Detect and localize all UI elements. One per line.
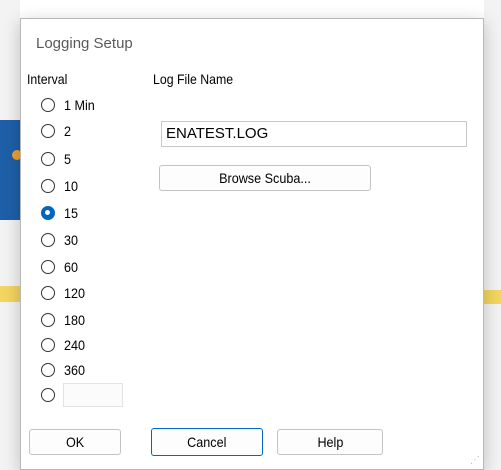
radio-icon[interactable] — [41, 124, 55, 138]
interval-option-60[interactable]: 60 — [41, 257, 80, 277]
radio-icon[interactable] — [41, 338, 55, 352]
radio-icon[interactable] — [41, 233, 55, 247]
interval-option-1-min[interactable]: 1 Min — [41, 95, 98, 115]
radio-selected-icon[interactable] — [41, 206, 55, 220]
interval-option-2[interactable]: 2 — [41, 121, 72, 141]
background-window-right — [484, 0, 501, 470]
radio-icon[interactable] — [41, 388, 55, 402]
radio-icon[interactable] — [41, 260, 55, 274]
background-yellow-band-right — [484, 290, 501, 304]
interval-option-5[interactable]: 5 — [41, 149, 72, 169]
radio-icon[interactable] — [41, 313, 55, 327]
interval-option-10[interactable]: 10 — [41, 176, 80, 196]
logging-setup-dialog: Logging Setup Interval Log File Name 1 M… — [20, 18, 484, 470]
dialog-title: Logging Setup — [36, 35, 133, 52]
interval-option-30[interactable]: 30 — [41, 230, 80, 250]
interval-option-180[interactable]: 180 — [41, 310, 87, 330]
custom-interval-input[interactable] — [63, 383, 123, 407]
log-file-name-input[interactable]: ENATEST.LOG — [161, 121, 467, 147]
resize-grip-icon[interactable]: ⋰ — [470, 455, 480, 466]
interval-label: Interval — [27, 71, 68, 87]
ok-button[interactable]: OK — [29, 429, 121, 455]
log-file-name-label: Log File Name — [153, 71, 234, 87]
screen: Logging Setup Interval Log File Name 1 M… — [0, 0, 501, 470]
radio-icon[interactable] — [41, 363, 55, 377]
interval-option-custom[interactable] — [41, 383, 123, 407]
radio-icon[interactable] — [41, 98, 55, 112]
interval-option-15[interactable]: 15 — [41, 203, 80, 223]
help-button[interactable]: Help — [277, 429, 383, 455]
interval-option-240[interactable]: 240 — [41, 335, 87, 355]
radio-icon[interactable] — [41, 152, 55, 166]
background-window-left — [0, 0, 20, 470]
radio-icon[interactable] — [41, 179, 55, 193]
interval-option-120[interactable]: 120 — [41, 283, 87, 303]
interval-option-360[interactable]: 360 — [41, 360, 87, 380]
browse-scuba-button[interactable]: Browse Scuba... — [159, 165, 371, 191]
background-blue-panel — [0, 120, 20, 220]
radio-icon[interactable] — [41, 286, 55, 300]
cancel-button[interactable]: Cancel — [151, 428, 263, 456]
background-yellow-band — [0, 286, 20, 302]
